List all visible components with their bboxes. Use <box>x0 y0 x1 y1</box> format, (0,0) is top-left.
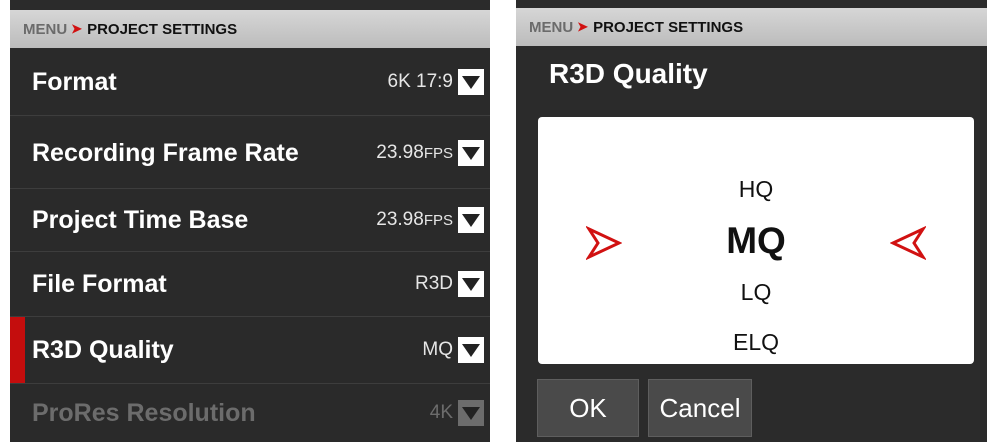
dropdown-arrow-icon[interactable] <box>458 271 484 297</box>
setting-value: MQ <box>422 339 453 360</box>
setting-value: 23.98FPS <box>376 142 453 163</box>
setting-label: Format <box>32 67 117 96</box>
breadcrumb-arrow-icon: ➤ <box>71 21 83 36</box>
cancel-button[interactable]: Cancel <box>648 379 752 437</box>
setting-value: 6K 17:9 <box>387 71 454 92</box>
quality-option-mq-selected[interactable]: MQ <box>538 220 974 262</box>
breadcrumb: MENU ➤ PROJECT SETTINGS <box>516 8 987 46</box>
quality-option-elq[interactable]: ELQ <box>538 329 974 356</box>
dropdown-arrow-icon[interactable] <box>458 337 484 363</box>
r3d-quality-dialog: MENU ➤ PROJECT SETTINGS R3D Quality HQ M… <box>516 0 987 442</box>
dropdown-arrow-icon[interactable] <box>458 140 484 166</box>
quality-option-lq[interactable]: LQ <box>538 279 974 306</box>
quality-option-hq[interactable]: HQ <box>538 176 974 203</box>
dialog-title: R3D Quality <box>549 58 708 89</box>
setting-label: File Format <box>32 269 167 298</box>
ok-button[interactable]: OK <box>537 379 639 437</box>
setting-value: 23.98FPS <box>376 209 453 230</box>
setting-label: R3D Quality <box>32 335 174 364</box>
setting-value: 4K <box>429 402 453 423</box>
setting-row-r3d-quality[interactable]: R3D Quality MQ <box>10 317 490 384</box>
breadcrumb-menu[interactable]: MENU <box>529 19 573 36</box>
dropdown-arrow-icon[interactable] <box>458 69 484 95</box>
setting-value: R3D <box>414 273 453 294</box>
setting-row-recording-frame-rate[interactable]: Recording Frame Rate 23.98FPS <box>10 118 490 189</box>
breadcrumb-arrow-icon: ➤ <box>577 19 589 34</box>
quality-picker[interactable]: HQ MQ LQ ELQ <box>538 117 974 364</box>
breadcrumb-page: PROJECT SETTINGS <box>593 18 744 36</box>
setting-row-file-format[interactable]: File Format R3D <box>10 252 490 317</box>
dropdown-arrow-icon <box>458 400 484 426</box>
setting-label: ProRes Resolution <box>32 398 256 427</box>
breadcrumb-page: PROJECT SETTINGS <box>87 20 238 38</box>
project-settings-menu: MENU ➤ PROJECT SETTINGS Format 6K 17:9 R… <box>10 0 490 442</box>
setting-row-prores-resolution: ProRes Resolution 4K <box>10 384 490 442</box>
setting-label: Project Time Base <box>32 205 249 234</box>
setting-row-format[interactable]: Format 6K 17:9 <box>10 49 490 116</box>
breadcrumb: MENU ➤ PROJECT SETTINGS <box>10 10 490 48</box>
selection-indicator <box>10 317 25 383</box>
setting-row-project-time-base[interactable]: Project Time Base 23.98FPS <box>10 189 490 252</box>
setting-label: Recording Frame Rate <box>32 138 299 167</box>
dropdown-arrow-icon[interactable] <box>458 207 484 233</box>
breadcrumb-menu[interactable]: MENU <box>23 21 67 38</box>
